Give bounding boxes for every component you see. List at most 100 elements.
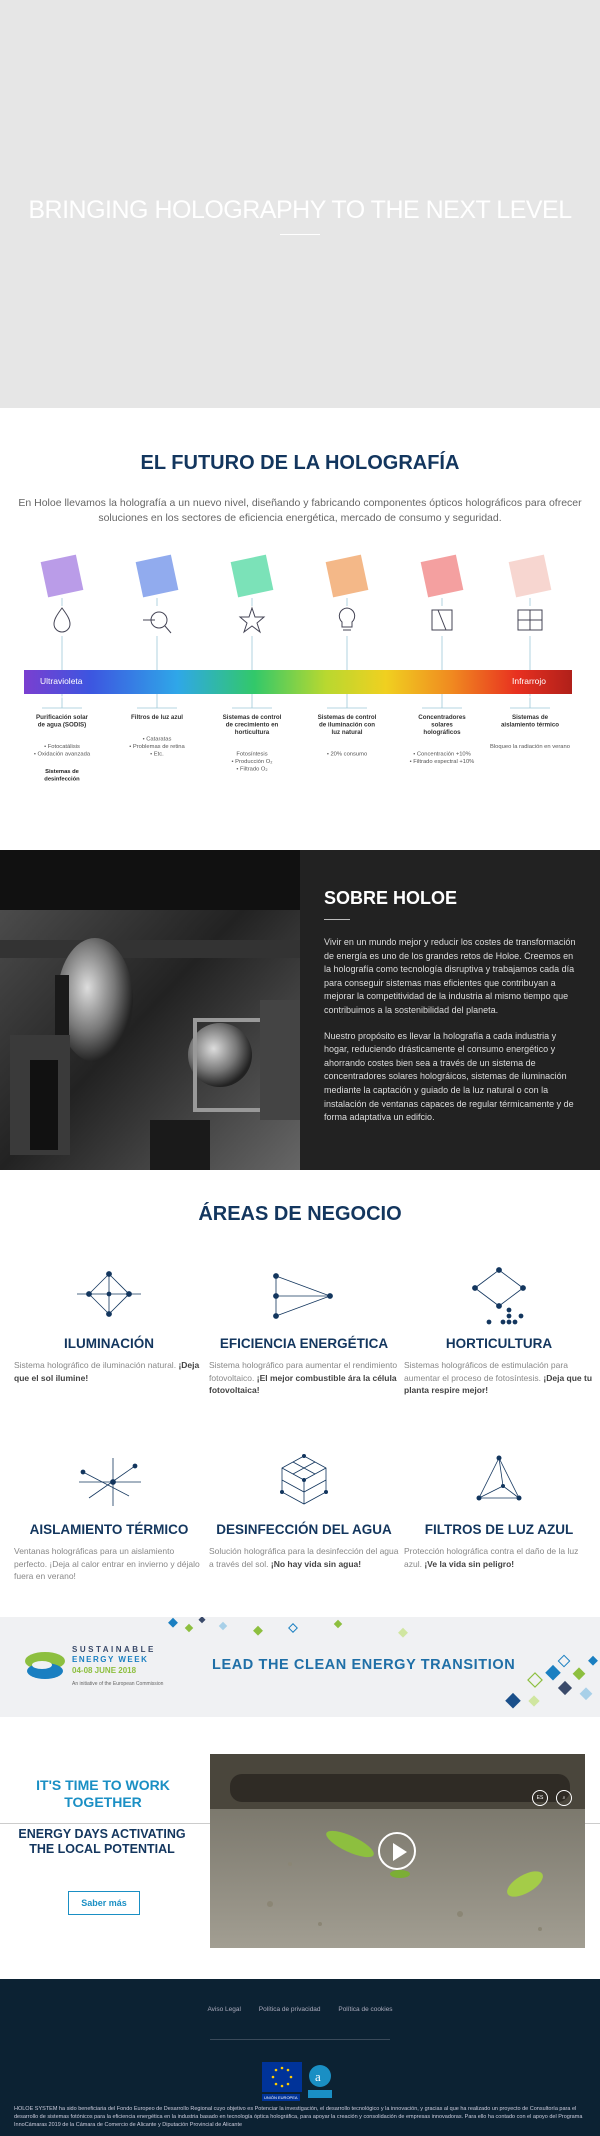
footer-divider	[210, 2039, 390, 2040]
spectrum-column-extra: Sistemas de desinfección	[44, 769, 80, 783]
area-text: Protección holográfica contra el daño de…	[404, 1546, 579, 1569]
play-icon	[393, 1843, 407, 1861]
area-text: Ventanas holográficas para un aislamient…	[14, 1546, 200, 1581]
sew-initiative: An initiative of the European Commission	[72, 1681, 164, 1687]
crossed-lines-icon	[14, 1452, 204, 1518]
hologram-sample	[508, 554, 552, 598]
area-title: FILTROS DE LUZ AZUL	[424, 1522, 574, 1537]
spectrum-column-bullets: • Cataratas • Problemas de retina • Etc.	[129, 737, 185, 758]
spectrum-column-title: Purificación solar de agua (SODIS)	[36, 714, 89, 729]
about-section: SOBRE HOLOE Vivir en un mundo mejor y re…	[0, 850, 600, 1170]
holography-spectrum-diagram: Purificación solar de agua (SODIS) • Fotoc…	[24, 554, 572, 783]
future-section: EL FUTURO DE LA HOLOGRAFÍA En Holoe llev…	[0, 408, 600, 850]
pyramid-icon	[404, 1452, 594, 1518]
spectrum-column-title: Filtros de luz azul	[131, 714, 183, 721]
future-title: EL FUTURO DE LA HOLOGRAFÍA	[140, 452, 460, 474]
spectrum-column-title: Sistemas de control de iluminación con luz…	[318, 714, 377, 736]
sew-line1: SUSTAINABLE	[72, 1645, 156, 1654]
spectrum-column: Sistemas de control de iluminación con luz…	[318, 554, 377, 758]
spectrum-column-bullets: Fotosíntesis • Producción O₂ • Filtrado O₂	[231, 752, 272, 773]
spectrum-column: Purificación solar de agua (SODIS) • Fotoc…	[34, 554, 91, 783]
area-title: ILUMINACIÓN	[64, 1336, 154, 1351]
area-filtros-luz-azul[interactable]: FILTROS DE LUZ AZUL Protección holográfi…	[404, 1452, 594, 1570]
droplet-icon	[53, 607, 71, 633]
hologram-sample	[420, 554, 464, 598]
sew-slogan: LEAD THE CLEAN ENERGY TRANSITION	[212, 1657, 516, 1673]
lightbulb-icon	[338, 607, 356, 631]
area-aislamiento-termico[interactable]: AISLAMIENTO TÉRMICO Ventanas holográfica…	[14, 1452, 204, 1583]
footer: Aviso Legal Política de privacidad Polít…	[0, 1979, 600, 2136]
hero-section: BRINGING HOLOGRAPHY TO THE NEXT LEVEL	[0, 0, 600, 408]
spectrum-column: Filtros de luz azul • Cataratas • Problema…	[129, 554, 186, 758]
about-divider	[324, 919, 350, 920]
solar-cell-icon	[431, 609, 453, 631]
spectrum-column-title: Concentradores solares holográficos	[418, 714, 466, 736]
plant-icon	[238, 606, 266, 634]
play-button[interactable]	[378, 1832, 416, 1870]
future-intro: En Holoe llevamos la holografía a un nue…	[18, 497, 582, 524]
eye-magnifier-icon	[143, 611, 172, 634]
language-switch[interactable]: ES	[532, 1790, 548, 1806]
spectrum-column: Sistemas de control de crecimiento en hort…	[223, 554, 282, 773]
spectrum-right-label: Infrarrojo	[512, 676, 546, 686]
network-diamond-icon	[14, 1266, 204, 1332]
about-paragraph-1: Vivir en un mundo mejor y reducir los co…	[324, 937, 576, 1015]
area-title: DESINFECCIÓN DEL AGUA	[216, 1522, 392, 1537]
sew-line2: ENERGY WEEK	[72, 1655, 149, 1664]
spectrum-column-bullets: • Concentración +10% • Filtrado espectral…	[410, 752, 475, 766]
eu-label: UNIÓN EUROPEA	[262, 2094, 300, 2101]
cube-icon	[209, 1452, 399, 1518]
footer-link-cookies[interactable]: Política de cookies	[338, 2006, 392, 2013]
eu-flag-logo	[262, 2062, 302, 2092]
hero-divider	[280, 234, 320, 235]
hero-title: BRINGING HOLOGRAPHY TO THE NEXT LEVEL	[28, 196, 572, 224]
spectrum-left-label: Ultravioleta	[40, 676, 83, 686]
area-horticultura[interactable]: HORTICULTURA Sistemas holográficos de es…	[404, 1266, 594, 1397]
spectrum-column: Concentradores solares holográficos • Conce…	[410, 554, 475, 766]
about-paragraph-2: Nuestro propósito es llevar la holografí…	[324, 1030, 574, 1123]
footer-legal-text: HOLOE SYSTEM ha sido beneficiaria del Fo…	[14, 2106, 583, 2128]
area-iluminacion[interactable]: ILUMINACIÓN Sistema holográfico de ilumi…	[14, 1266, 204, 1384]
svg-text:a: a	[315, 2069, 321, 2084]
area-text: Solución holográfica para la desinfecció…	[209, 1546, 399, 1569]
alicante-logo: a	[308, 2062, 332, 2105]
saber-mas-button[interactable]: Saber más	[68, 1891, 140, 1915]
spectrum-column: Sistemas de aislamiento térmico Bloqueo la…	[490, 554, 570, 750]
area-desinfeccion-agua[interactable]: DESINFECCIÓN DEL AGUA Solución holográfi…	[209, 1452, 399, 1570]
footer-link-aviso-legal[interactable]: Aviso Legal	[207, 2006, 241, 2013]
spectrum-column-title: Sistemas de aislamiento térmico	[501, 714, 559, 729]
footer-link-privacidad[interactable]: Política de privacidad	[259, 2006, 321, 2013]
hologram-sample	[135, 554, 179, 598]
energy-days-section: IT'S TIME TO WORK TOGETHER ENERGY DAYS A…	[0, 1717, 600, 1979]
areas-title: ÁREAS DE NEGOCIO	[198, 1203, 402, 1225]
area-text: Sistema holográfico para aumentar el ren…	[209, 1360, 398, 1395]
converging-rays-icon	[209, 1266, 399, 1332]
hologram-sample	[40, 554, 84, 598]
about-title: SOBRE HOLOE	[324, 888, 458, 908]
area-title: HORTICULTURA	[445, 1336, 553, 1351]
sew-dates: 04-08 JUNE 2018	[72, 1666, 137, 1675]
area-text: Sistemas holográficos de estimulación pa…	[404, 1360, 593, 1395]
lab-optics-photo	[0, 850, 300, 1170]
spectrum-column-bullets: • Fotocatálisis • Oxidación avanzada	[34, 744, 91, 758]
dot-grid-diamond-icon	[404, 1266, 594, 1332]
sustainable-energy-week-banner[interactable]: SUSTAINABLE ENERGY WEEK 04-08 JUNE 2018 …	[0, 1617, 600, 1717]
sew-logo: SUSTAINABLE ENERGY WEEK 04-08 JUNE 2018 …	[22, 1643, 163, 1694]
video-player[interactable]: ES ⌕	[210, 1754, 585, 1948]
energy-subtitle: ENERGY DAYS ACTIVATING THE LOCAL POTENTI…	[18, 1827, 186, 1856]
about-text: SOBRE HOLOE Vivir en un mundo mejor y re…	[300, 850, 600, 1170]
area-eficiencia-energetica[interactable]: EFICIENCIA ENERGÉTICA Sistema holográfic…	[209, 1266, 399, 1397]
window-icon	[517, 609, 543, 631]
spectrum-column-bullets: • 20% consumo	[327, 752, 367, 758]
spectrum-column-bullets: Bloqueo la radiación en verano	[490, 744, 570, 750]
footer-links: Aviso Legal Política de privacidad Polít…	[0, 2006, 600, 2013]
area-text: Sistema holográfico de iluminación natur…	[14, 1360, 200, 1383]
hologram-sample	[325, 554, 369, 598]
area-title: AISLAMIENTO TÉRMICO	[29, 1522, 189, 1537]
search-icon[interactable]: ⌕	[556, 1790, 572, 1806]
business-areas-section: ÁREAS DE NEGOCIO ILUMINACIÓN Sistema hol…	[0, 1170, 600, 1617]
area-title: EFICIENCIA ENERGÉTICA	[219, 1336, 389, 1351]
hologram-sample	[230, 554, 274, 598]
energy-title: IT'S TIME TO WORK TOGETHER	[36, 1777, 170, 1810]
spectrum-column-title: Sistemas de control de crecimiento en hort…	[223, 714, 282, 736]
